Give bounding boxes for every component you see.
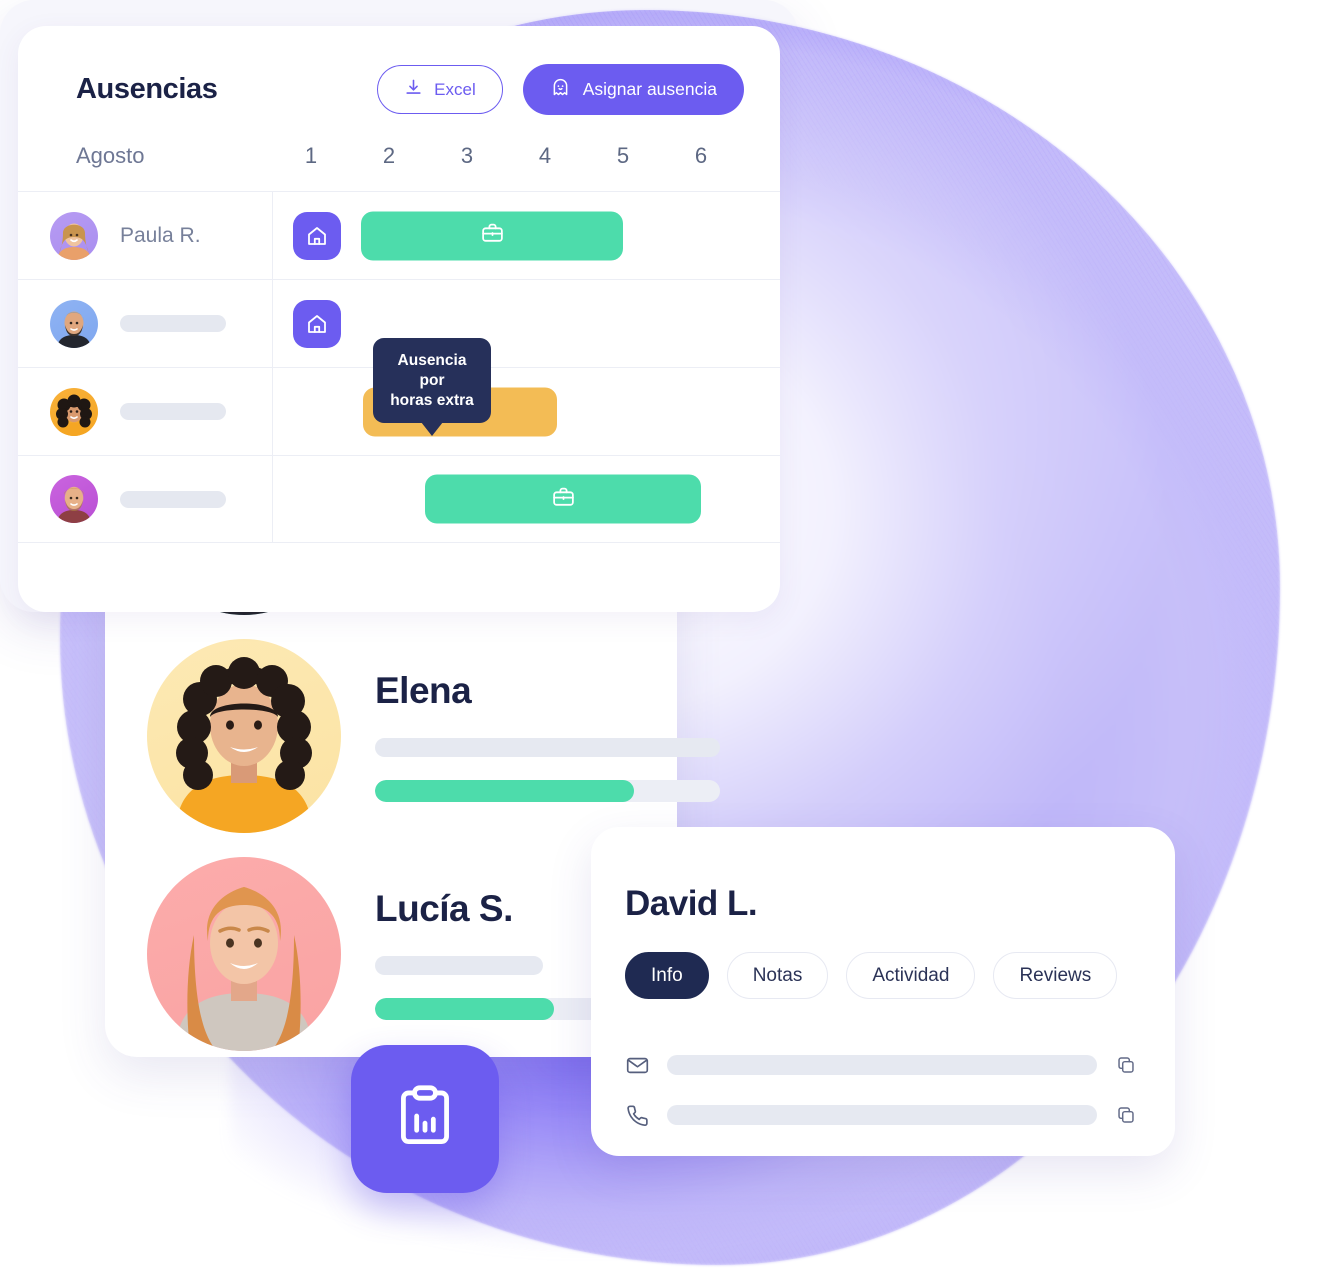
portrait-elena	[176, 657, 312, 833]
tab-notas[interactable]: Notas	[726, 952, 829, 999]
portrait-paula	[57, 223, 91, 260]
person-name: Elena	[375, 670, 472, 711]
absences-header: Ausencias Excel Asignar ausencia	[18, 26, 780, 115]
row-person-name-placeholder	[120, 403, 226, 420]
mail-icon	[625, 1053, 655, 1078]
day-column-header[interactable]: 2	[350, 143, 428, 169]
phone-icon	[625, 1103, 655, 1128]
avatar	[50, 475, 98, 523]
avatar	[50, 387, 98, 436]
illustration-stage: Miguel	[0, 0, 1330, 1278]
reports-badge[interactable]	[351, 1045, 499, 1193]
briefcase-icon	[551, 484, 576, 514]
table-row[interactable]	[18, 455, 780, 543]
employee-contact-fields	[625, 1040, 1141, 1140]
export-excel-button[interactable]: Excel	[377, 65, 503, 114]
row-person	[18, 475, 272, 523]
row-cells	[272, 280, 780, 367]
absences-header-actions: Excel Asignar ausencia	[377, 64, 744, 115]
day-column-header[interactable]: 3	[428, 143, 506, 169]
employee-detail-card: David L. Info Notas Actividad Reviews	[591, 827, 1175, 1156]
avatar	[147, 857, 341, 1051]
calendar-header-row: Agosto 1 2 3 4 5 6	[18, 115, 780, 169]
row-person: Paula R.	[18, 211, 272, 260]
field-email	[625, 1040, 1141, 1090]
row-cells	[272, 192, 780, 279]
absences-panel-frame: Ausencias Excel Asignar ausencia Agosto …	[0, 0, 798, 612]
email-value-placeholder	[667, 1055, 1097, 1075]
portrait-row2	[57, 311, 91, 348]
portrait-row3	[56, 394, 92, 436]
row-cells	[272, 456, 780, 542]
person-detail-placeholder	[375, 738, 720, 757]
absences-card: Ausencias Excel Asignar ausencia Agosto …	[18, 26, 780, 612]
portrait-row4	[57, 486, 91, 523]
tooltip-absence-extra-hours: Ausencia por horas extra	[373, 338, 491, 438]
phone-value-placeholder	[667, 1105, 1097, 1125]
copy-icon[interactable]	[1115, 1104, 1141, 1126]
home-icon[interactable]	[293, 299, 341, 348]
person-detail-placeholder	[375, 956, 543, 975]
avatar	[50, 211, 98, 260]
clipboard-chart-icon	[388, 1080, 462, 1159]
avatar	[50, 299, 98, 348]
briefcase-icon	[480, 221, 505, 251]
day-column-header[interactable]: 4	[506, 143, 584, 169]
assign-absence-button[interactable]: Asignar ausencia	[522, 64, 744, 115]
person-progress-fill	[375, 780, 634, 802]
portrait-lucia	[176, 887, 312, 1051]
row-person	[18, 387, 272, 436]
person-progress-track	[375, 780, 720, 802]
home-icon[interactable]	[293, 211, 341, 260]
row-cells	[272, 368, 780, 455]
day-columns: 1 2 3 4 5 6	[272, 143, 740, 169]
person-progress-fill	[375, 998, 555, 1020]
tooltip-line-2: horas extra	[390, 391, 474, 409]
row-person	[18, 299, 272, 348]
employee-name: David L.	[625, 884, 758, 923]
day-column-header[interactable]: 6	[662, 143, 740, 169]
ghost-icon	[550, 77, 571, 103]
tab-info[interactable]: Info	[625, 952, 709, 999]
row-person-name: Paula R.	[120, 223, 201, 247]
tooltip-line-1: Ausencia por	[397, 352, 467, 389]
employee-tabs: Info Notas Actividad Reviews	[625, 952, 1118, 999]
export-excel-label: Excel	[434, 79, 476, 99]
assign-absence-label: Asignar ausencia	[582, 79, 717, 99]
day-column-header[interactable]: 1	[272, 143, 350, 169]
person-row-elena[interactable]: Elena	[147, 639, 720, 833]
absence-bar-work[interactable]	[425, 474, 701, 524]
day-column-header[interactable]: 5	[584, 143, 662, 169]
month-label: Agosto	[76, 143, 145, 168]
table-row[interactable]: Paula R.	[18, 191, 780, 279]
tab-actividad[interactable]: Actividad	[846, 952, 976, 999]
page-title: Ausencias	[76, 73, 218, 105]
copy-icon[interactable]	[1115, 1054, 1141, 1076]
row-person-name-placeholder	[120, 315, 226, 332]
tab-reviews[interactable]: Reviews	[993, 952, 1118, 999]
download-icon	[404, 78, 423, 102]
field-phone	[625, 1090, 1141, 1140]
row-person-name-placeholder	[120, 490, 226, 508]
avatar	[147, 639, 341, 833]
absence-bar-work[interactable]	[361, 211, 623, 260]
